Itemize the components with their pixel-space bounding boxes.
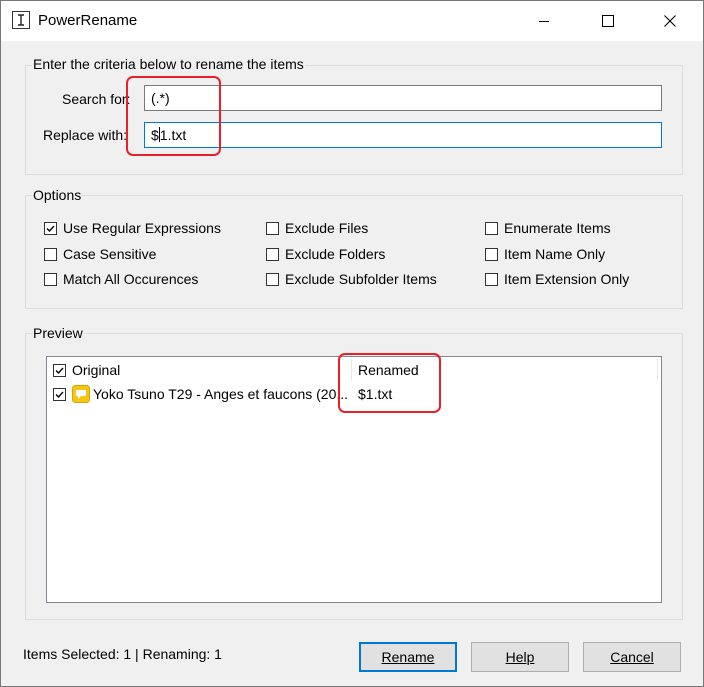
cancel-button-label: Cancel	[610, 649, 654, 665]
enumerate-items-checkbox[interactable]	[485, 221, 498, 235]
minimize-button[interactable]	[521, 1, 567, 41]
row-renamed-cell: $1.txt	[358, 383, 392, 405]
rename-button-label: Rename	[381, 649, 435, 665]
row-renamed-name: $1.txt	[358, 386, 393, 402]
window-title: PowerRename	[38, 12, 138, 29]
status-text: Items Selected: 1 | Renaming: 1	[23, 646, 222, 662]
exclude-folders-checkbox[interactable]	[266, 247, 279, 261]
criteria-group	[25, 65, 683, 175]
replace-value-start: $	[151, 127, 159, 143]
row-checkbox[interactable]	[53, 387, 66, 401]
use-regex-option[interactable]: Use Regular Expressions	[44, 219, 221, 237]
help-button-label: Help	[505, 649, 535, 665]
enumerate-items-label: Enumerate Items	[504, 220, 611, 236]
use-regex-checkbox[interactable]	[44, 221, 57, 235]
chat-bubble-icon	[72, 385, 90, 403]
exclude-subfolder-checkbox[interactable]	[266, 272, 279, 286]
help-button[interactable]: Help	[471, 642, 569, 672]
column-original-label: Original	[72, 362, 121, 378]
row-original-name: Yoko Tsuno T29 - Anges et faucons (20...	[93, 386, 349, 402]
search-label: Search for:	[62, 91, 131, 107]
case-sensitive-checkbox[interactable]	[44, 247, 57, 261]
exclude-folders-label: Exclude Folders	[285, 246, 386, 262]
case-sensitive-option[interactable]: Case Sensitive	[44, 245, 156, 263]
maximize-icon	[602, 15, 614, 27]
match-all-checkbox[interactable]	[44, 272, 57, 286]
close-icon	[664, 15, 676, 27]
select-all-checkbox[interactable]	[53, 363, 66, 377]
replace-value-end: 1.txt	[159, 127, 187, 143]
column-separator[interactable]	[351, 359, 352, 381]
item-name-only-label: Item Name Only	[504, 246, 606, 262]
text-cursor-icon	[12, 11, 30, 29]
maximize-button[interactable]	[585, 1, 631, 41]
options-group-label: Options	[32, 187, 83, 203]
case-sensitive-label: Case Sensitive	[63, 246, 157, 262]
exclude-subfolder-label: Exclude Subfolder Items	[285, 271, 437, 287]
search-input[interactable]: (.*)	[144, 85, 662, 111]
column-separator-end	[657, 359, 658, 381]
item-extension-only-option[interactable]: Item Extension Only	[485, 270, 629, 288]
match-all-label: Match All Occurences	[63, 271, 199, 287]
item-name-only-option[interactable]: Item Name Only	[485, 245, 605, 263]
column-header-original[interactable]: Original	[53, 357, 120, 383]
replace-input[interactable]: $1.txt	[144, 122, 662, 148]
use-regex-label: Use Regular Expressions	[63, 220, 221, 236]
close-button[interactable]	[647, 1, 693, 41]
exclude-folders-option[interactable]: Exclude Folders	[266, 245, 385, 263]
rename-button[interactable]: Rename	[359, 642, 457, 672]
preview-group-label: Preview	[32, 325, 84, 341]
minimize-icon	[539, 21, 549, 22]
column-header-renamed[interactable]: Renamed	[358, 357, 419, 383]
item-extension-only-checkbox[interactable]	[485, 272, 498, 286]
column-renamed-label: Renamed	[358, 362, 419, 378]
replace-label: Replace with:	[43, 127, 128, 143]
match-all-option[interactable]: Match All Occurences	[44, 270, 198, 288]
cancel-button[interactable]: Cancel	[583, 642, 681, 672]
enumerate-items-option[interactable]: Enumerate Items	[485, 219, 611, 237]
preview-list[interactable]: Original Renamed Yoko Tsuno T29 - Anges …	[46, 356, 662, 603]
exclude-files-option[interactable]: Exclude Files	[266, 219, 368, 237]
exclude-files-checkbox[interactable]	[266, 221, 279, 235]
powerrename-window: PowerRename Enter the criteria below to …	[0, 0, 704, 687]
criteria-group-label: Enter the criteria below to rename the i…	[32, 56, 305, 72]
preview-row[interactable]: Yoko Tsuno T29 - Anges et faucons (20...	[53, 383, 349, 405]
exclude-files-label: Exclude Files	[285, 220, 369, 236]
exclude-subfolder-option[interactable]: Exclude Subfolder Items	[266, 270, 437, 288]
item-extension-only-label: Item Extension Only	[504, 271, 630, 287]
title-bar[interactable]: PowerRename	[1, 1, 703, 41]
search-value: (.*)	[151, 90, 170, 106]
item-name-only-checkbox[interactable]	[485, 247, 498, 261]
